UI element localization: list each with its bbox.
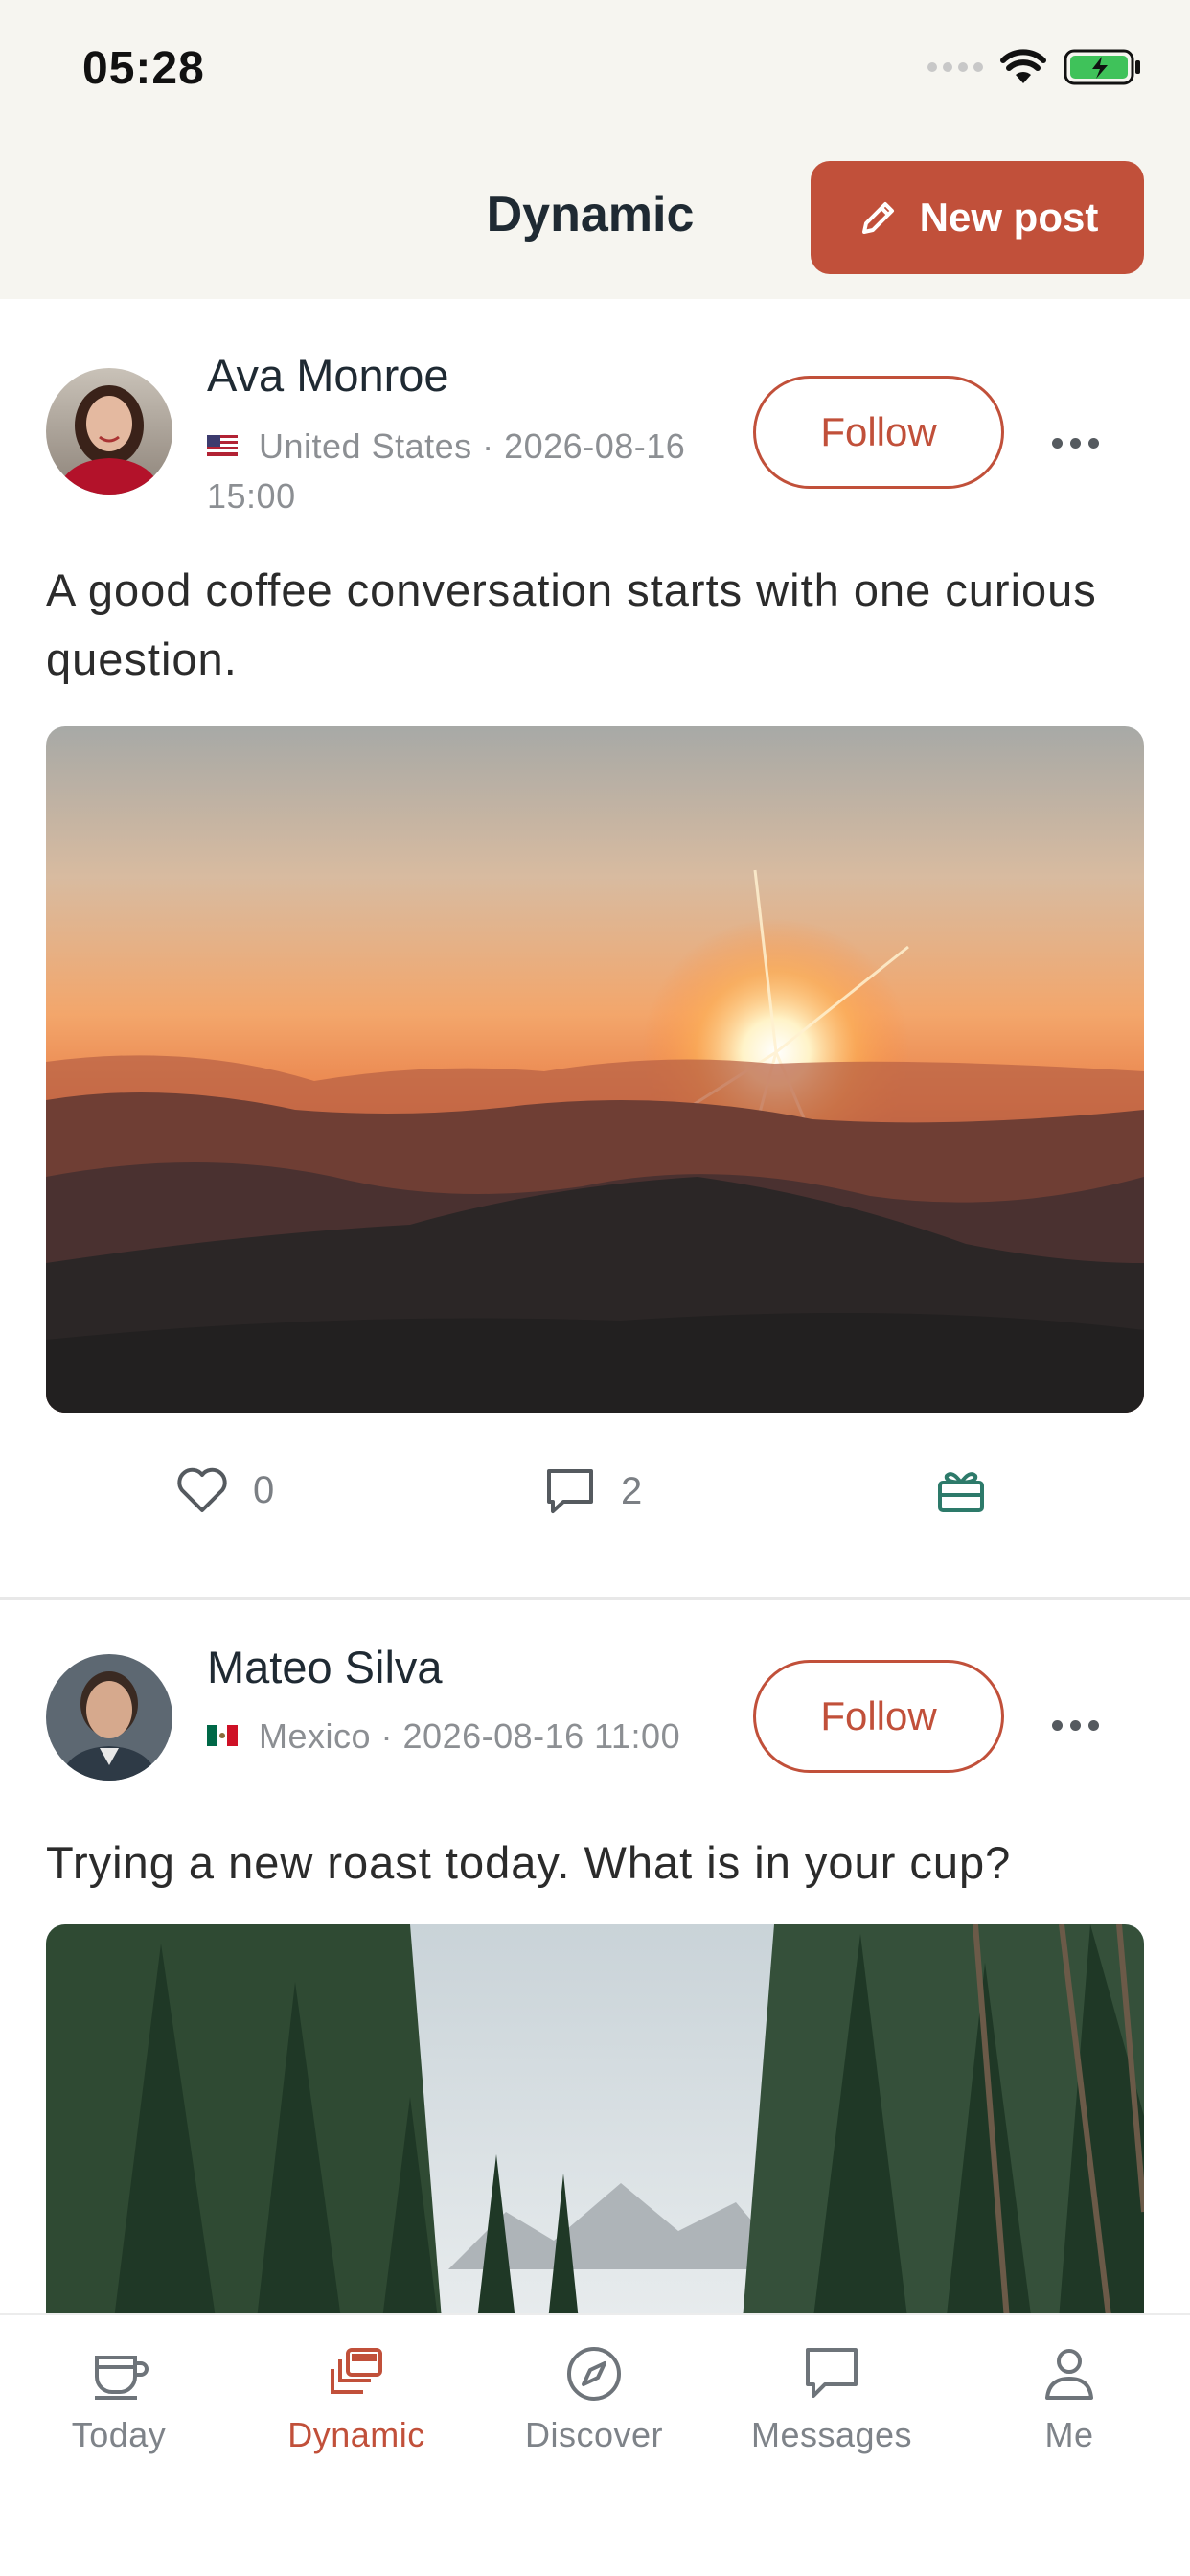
cellular-signal-icon <box>927 62 983 72</box>
comment-count: 2 <box>621 1469 643 1512</box>
tab-discover[interactable]: Discover <box>475 2344 713 2455</box>
follow-button[interactable]: Follow <box>753 1660 1004 1773</box>
gift-icon <box>938 1472 984 1512</box>
tab-messages[interactable]: Messages <box>713 2344 950 2455</box>
comment-icon <box>547 1469 593 1513</box>
avatar[interactable] <box>46 1654 172 1781</box>
post-image[interactable] <box>46 1924 1144 2313</box>
tab-today[interactable]: Today <box>0 2344 238 2455</box>
post-image[interactable] <box>46 726 1144 1413</box>
follow-button[interactable]: Follow <box>753 376 1004 489</box>
post-text: Trying a new roast today. What is in you… <box>46 1837 1012 1888</box>
author-name[interactable]: Mateo Silva <box>207 1641 443 1693</box>
chat-icon <box>806 2348 858 2398</box>
post-location-date: Mexico · 2026-08-16 11:00 <box>259 1716 681 1756</box>
cards-icon <box>331 2348 382 2394</box>
comment-button[interactable]: 2 <box>544 1466 642 1516</box>
post-actions: 0 2 <box>0 1462 1190 1539</box>
post-card: Mateo Silva Mexico · 2026-08-16 11:00 Fo… <box>0 1600 1190 2313</box>
tab-label: Me <box>1044 2415 1094 2454</box>
status-time: 05:28 <box>82 43 205 94</box>
battery-icon <box>1064 49 1140 85</box>
author-name[interactable]: Ava Monroe <box>207 349 449 402</box>
tab-label: Discover <box>524 2415 664 2454</box>
cup-icon <box>95 2356 149 2400</box>
like-count: 0 <box>253 1468 275 1511</box>
wifi-icon <box>1000 49 1046 83</box>
avatar[interactable] <box>46 368 172 494</box>
post-time: 15:00 <box>207 476 296 516</box>
new-post-button[interactable]: New post <box>811 161 1144 274</box>
post-meta: United States · 2026-08-16 15:00 <box>207 422 763 521</box>
new-post-label: New post <box>919 195 1099 240</box>
like-button[interactable]: 0 <box>176 1466 274 1514</box>
post-meta: Mexico · 2026-08-16 11:00 <box>207 1712 801 1761</box>
post-text: A good coffee conversation starts with o… <box>46 564 1097 684</box>
tab-label: Messages <box>750 2415 913 2454</box>
more-options-icon[interactable] <box>1037 1696 1113 1754</box>
top-area: 05:28 Dynamic New post <box>0 0 1190 299</box>
tab-me[interactable]: Me <box>950 2344 1188 2455</box>
tab-bar: Today Dynamic Discover Messages Me <box>0 2313 1190 2576</box>
status-indicators <box>927 48 1142 86</box>
tab-label: Today <box>71 2415 167 2454</box>
gift-button[interactable] <box>935 1466 987 1514</box>
more-options-icon[interactable] <box>1037 414 1113 472</box>
tab-dynamic[interactable]: Dynamic <box>238 2344 475 2455</box>
pencil-icon <box>861 202 894 234</box>
heart-icon <box>177 1467 227 1512</box>
person-icon <box>1045 2349 1093 2400</box>
mexico-flag-icon <box>207 1725 238 1747</box>
post-card: Ava Monroe United States · 2026-08-16 15… <box>0 299 1190 1602</box>
compass-icon <box>567 2347 621 2401</box>
tab-label: Dynamic <box>287 2415 425 2454</box>
post-location-date: United States · 2026-08-16 <box>259 426 686 466</box>
us-flag-icon <box>207 435 238 457</box>
